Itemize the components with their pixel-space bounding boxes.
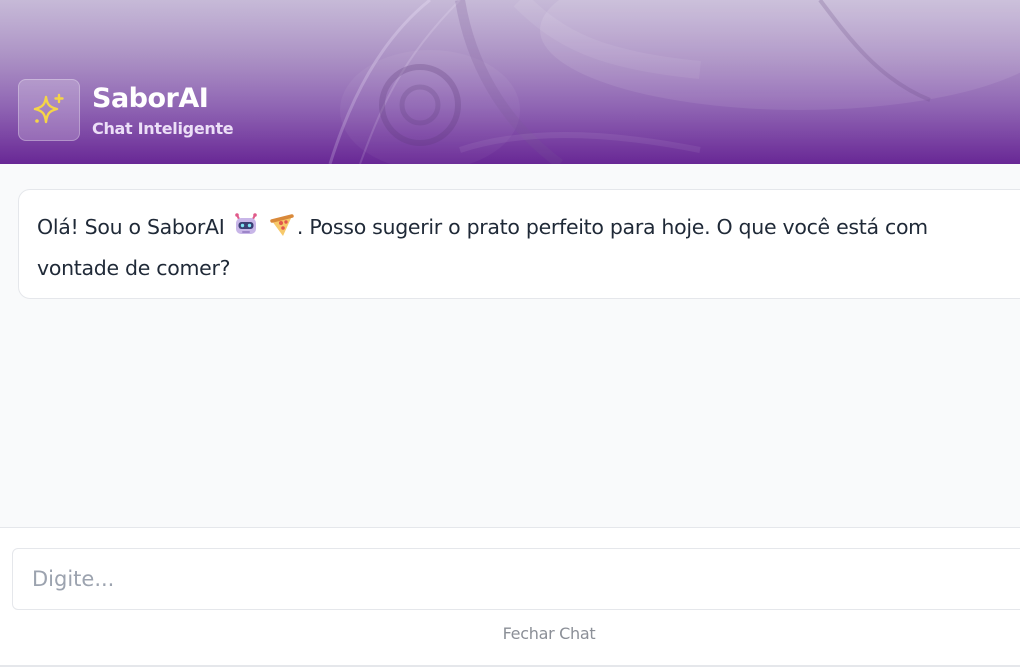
- logo-badge: [18, 79, 80, 141]
- message-text-start: Olá! Sou o SaborAI: [37, 215, 225, 239]
- app-subtitle: Chat Inteligente: [92, 119, 234, 138]
- sparkles-icon: [33, 93, 64, 124]
- chat-footer: Fechar Chat: [0, 527, 1020, 667]
- pizza-emoji-icon: [269, 212, 295, 250]
- close-chat-button[interactable]: Fechar Chat: [0, 624, 1020, 643]
- chat-header: SaborAI Chat Inteligente: [0, 0, 1020, 164]
- app-title: SaborAI: [92, 83, 209, 114]
- message-input-container: [12, 548, 1020, 610]
- bot-message-bubble: Olá! Sou o SaborAI . Posso sugerir o pra…: [18, 189, 1020, 299]
- header-title-group: SaborAI Chat Inteligente: [92, 82, 234, 140]
- message-input[interactable]: [13, 549, 1020, 609]
- message-list: Olá! Sou o SaborAI . Posso sugerir o pra…: [0, 164, 1020, 528]
- message-text-line2: vontade de comer?: [37, 256, 231, 280]
- robot-emoji-icon: [233, 212, 259, 250]
- chat-window: SaborAI Chat Inteligente Olá! Sou o Sabo…: [0, 0, 1020, 667]
- message-text-line1: . Posso sugerir o prato perfeito para ho…: [296, 215, 928, 239]
